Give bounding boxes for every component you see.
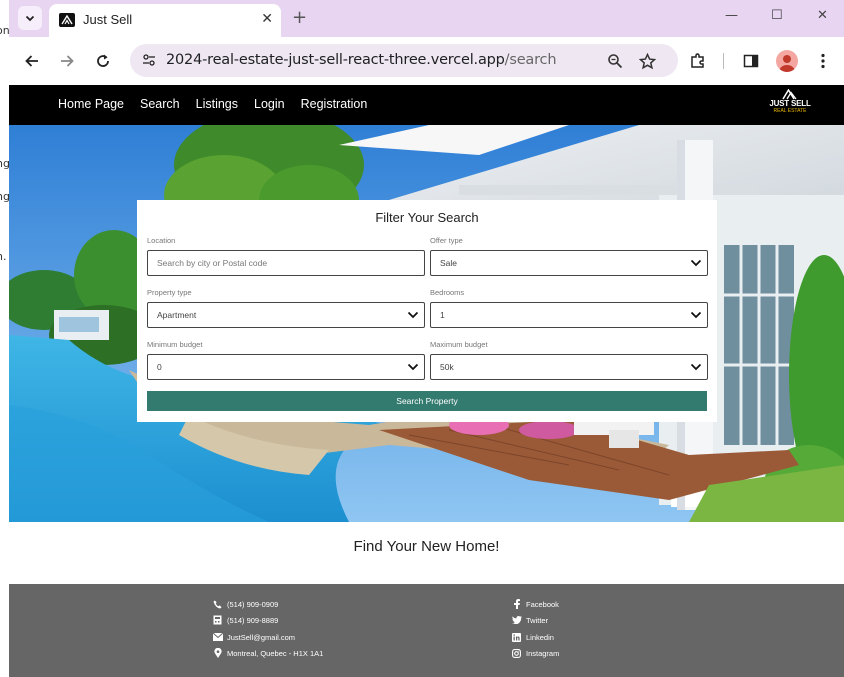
max-budget-label: Maximum budget xyxy=(430,340,488,349)
active-tab[interactable]: Just Sell ✕ xyxy=(49,4,281,37)
profile-avatar[interactable] xyxy=(776,50,798,72)
location-label: Location xyxy=(147,236,176,245)
instagram-icon xyxy=(511,648,522,658)
tab-title: Just Sell xyxy=(83,12,133,27)
property-type-label: Property type xyxy=(147,288,192,297)
bookmark-star-icon[interactable] xyxy=(637,51,657,71)
footer-fax-text: (514) 909-8889 xyxy=(227,615,279,625)
footer-phone: (514) 909-0909 xyxy=(212,599,278,609)
offer-type-value: Sale xyxy=(440,258,458,268)
window-close-icon[interactable]: ✕ xyxy=(817,8,828,23)
logo-subtext: REAL ESTATE xyxy=(773,108,807,114)
nav-link-home[interactable]: Home Page xyxy=(58,97,124,111)
back-icon[interactable] xyxy=(21,50,43,72)
page-content: Home Page Search Listings Login Registra… xyxy=(9,85,844,677)
chevron-down-icon xyxy=(407,311,419,319)
site-navbar: Home Page Search Listings Login Registra… xyxy=(9,85,844,125)
footer-email[interactable]: JustSell@gmail.com xyxy=(212,632,295,642)
bedrooms-select[interactable]: 1 xyxy=(430,302,708,328)
footer-facebook-link[interactable]: Facebook xyxy=(511,599,559,609)
footer-instagram-text: Instagram xyxy=(526,648,560,658)
property-type-select[interactable]: Apartment xyxy=(147,302,425,328)
location-placeholder: Search by city or Postal code xyxy=(157,258,268,268)
phone-icon xyxy=(212,599,223,609)
site-logo[interactable]: JUST SELL REAL ESTATE xyxy=(766,89,814,121)
section-heading: Find Your New Home! xyxy=(353,538,500,555)
footer-address: Montreal, Quebec - H1X 1A1 xyxy=(212,648,323,658)
offer-type-label: Offer type xyxy=(430,236,463,245)
side-panel-icon[interactable] xyxy=(740,50,762,72)
new-tab-icon[interactable]: + xyxy=(292,7,307,28)
twitter-icon xyxy=(511,615,522,625)
bedrooms-label: Bedrooms xyxy=(430,288,465,297)
footer-linkedin-link[interactable]: Linkedin xyxy=(511,632,554,642)
background-text: n. xyxy=(0,250,7,263)
nav-link-listings[interactable]: Listings xyxy=(196,97,238,111)
fax-icon xyxy=(212,615,223,625)
reload-icon[interactable] xyxy=(92,50,114,72)
close-icon[interactable]: ✕ xyxy=(261,11,273,27)
chevron-down-icon xyxy=(690,311,702,319)
max-budget-value: 50k xyxy=(440,362,454,372)
url-text: 2024-real-estate-just-sell-react-three.v… xyxy=(166,52,557,68)
maximize-icon[interactable]: ☐ xyxy=(771,8,783,23)
footer-facebook-text: Facebook xyxy=(526,599,559,609)
linkedin-icon xyxy=(511,632,522,642)
extensions-icon[interactable] xyxy=(687,50,709,72)
footer-twitter-link[interactable]: Twitter xyxy=(511,615,548,625)
logo-text: JUST SELL xyxy=(769,99,811,108)
nav-link-registration[interactable]: Registration xyxy=(301,97,368,111)
facebook-icon xyxy=(511,599,522,609)
tab-strip: Just Sell ✕ + — ☐ ✕ xyxy=(9,0,844,37)
site-info-icon[interactable] xyxy=(138,49,160,71)
browser-window: Just Sell ✕ + — ☐ ✕ 2024-real-estate-jus… xyxy=(9,0,844,677)
nav-link-login[interactable]: Login xyxy=(254,97,285,111)
footer-email-text: JustSell@gmail.com xyxy=(227,632,296,642)
min-budget-label: Minimum budget xyxy=(147,340,203,349)
footer-fax: (514) 909-8889 xyxy=(212,615,278,625)
max-budget-select[interactable]: 50k xyxy=(430,354,708,380)
toolbar-divider xyxy=(723,53,724,69)
chevron-down-icon xyxy=(690,259,702,267)
nav-links: Home Page Search Listings Login Registra… xyxy=(58,97,383,111)
location-input[interactable]: Search by city or Postal code xyxy=(147,250,425,276)
footer-twitter-text: Twitter xyxy=(526,615,549,625)
property-type-value: Apartment xyxy=(157,310,197,320)
footer-address-text: Montreal, Quebec - H1X 1A1 xyxy=(227,648,324,658)
browser-toolbar: 2024-real-estate-just-sell-react-three.v… xyxy=(9,37,844,85)
minimize-icon[interactable]: — xyxy=(725,8,738,23)
search-property-button[interactable]: Search Property xyxy=(147,391,707,411)
menu-icon[interactable] xyxy=(812,50,834,72)
footer-instagram-link[interactable]: Instagram xyxy=(511,648,559,658)
filter-form: Filter Your Search Location Search by ci… xyxy=(137,200,717,422)
footer-linkedin-text: Linkedin xyxy=(526,632,554,642)
offer-type-select[interactable]: Sale xyxy=(430,250,708,276)
mail-icon xyxy=(212,632,223,642)
url-path: /search xyxy=(504,52,557,68)
bedrooms-value: 1 xyxy=(440,310,445,320)
filter-title: Filter Your Search xyxy=(375,210,479,225)
footer-phone-text: (514) 909-0909 xyxy=(227,599,279,609)
forward-icon[interactable] xyxy=(56,50,78,72)
zoom-icon[interactable] xyxy=(605,51,625,71)
footer: (514) 909-0909 (514) 909-8889 JustSell@g… xyxy=(9,584,844,677)
site-favicon-icon xyxy=(59,13,75,27)
address-bar[interactable]: 2024-real-estate-just-sell-react-three.v… xyxy=(130,44,678,77)
nav-link-search[interactable]: Search xyxy=(140,97,180,111)
location-pin-icon xyxy=(212,648,223,658)
url-host: 2024-real-estate-just-sell-react-three.v… xyxy=(166,52,505,68)
tab-search-icon[interactable] xyxy=(18,6,42,30)
min-budget-select[interactable]: 0 xyxy=(147,354,425,380)
chevron-down-icon xyxy=(690,363,702,371)
min-budget-value: 0 xyxy=(157,362,162,372)
chevron-down-icon xyxy=(407,363,419,371)
